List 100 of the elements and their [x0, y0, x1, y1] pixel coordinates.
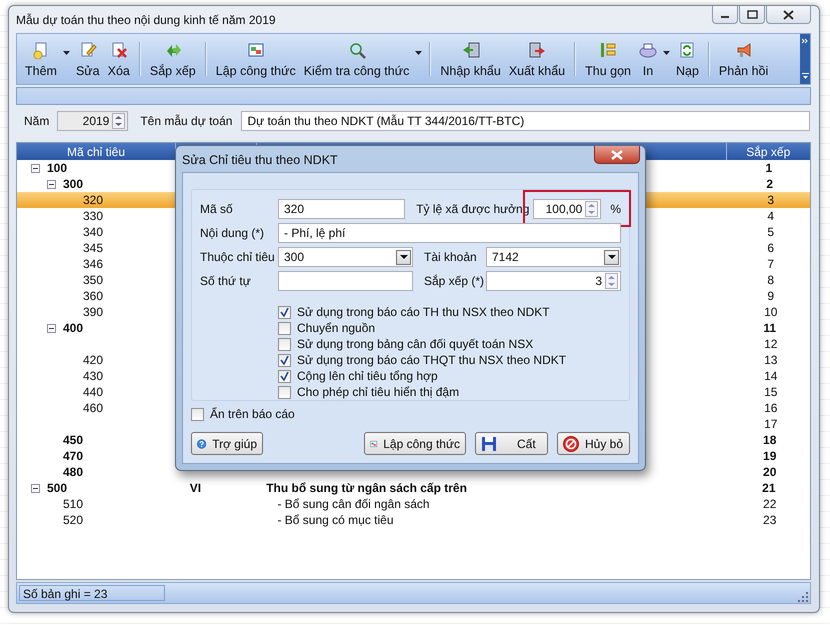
table-cell: 7: [767, 257, 774, 271]
table-cell: 346: [83, 257, 104, 271]
minimize-button[interactable]: [712, 6, 738, 24]
caret-icon: [400, 255, 408, 259]
toolbar-button[interactable]: Lập công thức: [212, 34, 300, 84]
checkbox[interactable]: [278, 306, 291, 318]
caret-icon: [662, 51, 670, 55]
cancel-icon: [563, 436, 579, 452]
checkbox-label: Sử dụng trong báo cáo TH thu NSX theo NDKT: [297, 305, 550, 319]
checkbox-label: Sử dụng trong bảng cân đối quyết toán NSX: [297, 337, 534, 351]
collapse-icon[interactable]: [47, 323, 57, 333]
close-button[interactable]: [594, 146, 640, 164]
code-field[interactable]: 320: [278, 199, 406, 219]
table-cell: 2: [766, 177, 774, 191]
collapse-icon[interactable]: [31, 483, 41, 493]
dialog-button[interactable]: Trợ giúp: [191, 432, 263, 455]
table-cell: 345: [83, 241, 104, 255]
checkbox[interactable]: [278, 386, 291, 398]
rate-spinner[interactable]: 100,00: [533, 199, 602, 219]
table-cell: 430: [83, 369, 104, 383]
maximize-button[interactable]: [739, 6, 765, 24]
parent-dropdown[interactable]: 300: [278, 247, 413, 267]
account-dropdown[interactable]: 7142: [486, 247, 621, 267]
table-cell: 11: [763, 321, 776, 335]
import-icon: [462, 40, 480, 58]
year-label: Năm: [24, 114, 50, 128]
table-cell: 420: [83, 353, 104, 367]
unit-label: %: [610, 202, 621, 216]
toolbar-button[interactable]: In: [634, 34, 661, 84]
table-cell: 400: [63, 321, 84, 335]
dialog-title: Sửa Chỉ tiêu thu theo NDKT: [182, 153, 338, 167]
checkbox-label: Sử dụng trong báo cáo THQT thu NSX theo NDKT: [297, 353, 566, 367]
table-cell: 16: [764, 401, 778, 415]
collapse-icon: [599, 40, 618, 58]
sort-spinner[interactable]: 3: [486, 271, 621, 291]
checkbox[interactable]: [191, 408, 204, 420]
table-cell: 480: [63, 465, 84, 479]
toolbar-button[interactable]: Kiểm tra công thức: [300, 34, 414, 84]
overflow-icon[interactable]: [800, 34, 810, 84]
record-count: Số bản ghi = 23: [19, 585, 165, 601]
year-spinner[interactable]: 2019: [57, 111, 128, 131]
checkbox-label: Cho phép chỉ tiêu hiển thị đậm: [297, 385, 460, 399]
checkbox[interactable]: [278, 354, 291, 366]
toolbar-button[interactable]: Nhập khẩu: [436, 34, 505, 84]
table-cell: 390: [83, 305, 104, 319]
column-header[interactable]: Sắp xếp: [726, 143, 810, 160]
toolbar-button[interactable]: Thêm: [21, 34, 61, 84]
table-cell: 23: [763, 513, 776, 527]
toolbar-button[interactable]: Xóa: [104, 34, 134, 84]
refresh-icon: [678, 40, 696, 58]
edit-icon: [78, 40, 97, 58]
table-cell: 440: [83, 385, 104, 399]
magnifier-icon: [348, 40, 366, 58]
table-cell: 6: [767, 241, 774, 255]
caret-icon: [415, 51, 422, 55]
collapse-icon[interactable]: [31, 163, 41, 173]
table-cell: 510: [63, 497, 84, 511]
content-field[interactable]: - Phí, lệ phí: [278, 223, 621, 243]
close-button[interactable]: [766, 6, 811, 24]
table-cell: 520: [63, 513, 84, 527]
formula-icon: [246, 40, 265, 58]
table-cell: 18: [763, 433, 776, 447]
table-cell: VI: [190, 481, 202, 495]
table-cell: 100: [47, 161, 68, 175]
table-cell: 12: [764, 337, 778, 351]
close-icon: [611, 150, 623, 160]
table-cell: 9: [767, 289, 774, 303]
table-cell: - Bổ sung có mục tiêu: [277, 513, 394, 527]
toolbar-button[interactable]: Phản hồi: [714, 34, 772, 84]
resize-grip-icon[interactable]: [798, 592, 808, 602]
checkbox[interactable]: [278, 338, 291, 350]
checkbox[interactable]: [278, 370, 291, 382]
table-cell: 22: [763, 497, 776, 511]
toolbar-button[interactable]: Nạp: [672, 34, 703, 84]
window-title: Mẫu dự toán thu theo nội dung kinh tế năm 2019: [16, 13, 276, 27]
table-cell: 300: [63, 177, 84, 191]
table-cell: 1: [765, 161, 772, 175]
field-label: Nội dung (*): [200, 226, 266, 240]
close-icon: [783, 10, 794, 20]
table-cell: 19: [763, 449, 776, 463]
name-field[interactable]: Dự toán thu theo NDKT (Mẫu TT 344/2016/TT-BTC): [241, 111, 810, 131]
checkbox[interactable]: [278, 322, 291, 334]
checkbox-label: Ẩn trên báo cáo: [210, 407, 295, 421]
checkbox-label: Cộng lên chỉ tiêu tổng hợp: [297, 369, 438, 383]
collapse-icon[interactable]: [47, 179, 57, 189]
table-cell: 17: [764, 417, 778, 431]
dialog-button[interactable]: Hủy bỏ: [557, 432, 630, 455]
order-field[interactable]: [278, 271, 413, 291]
table-cell: 20: [763, 465, 776, 479]
toolbar-button[interactable]: Thu gọn: [581, 34, 635, 84]
table-cell: 320: [83, 193, 104, 207]
dialog-button[interactable]: Lập công thức: [364, 432, 466, 455]
dialog-button[interactable]: Cất: [475, 432, 548, 455]
toolbar-button[interactable]: Xuất khẩu: [504, 34, 570, 84]
table-cell: 340: [83, 225, 104, 239]
table-cell: 13: [764, 353, 778, 367]
toolbar-button[interactable]: Sắp xếp: [146, 34, 200, 84]
table-cell: 8: [767, 273, 774, 287]
name-label: Tên mẫu dự toán: [140, 114, 232, 128]
toolbar-button[interactable]: Sửa: [72, 34, 104, 84]
